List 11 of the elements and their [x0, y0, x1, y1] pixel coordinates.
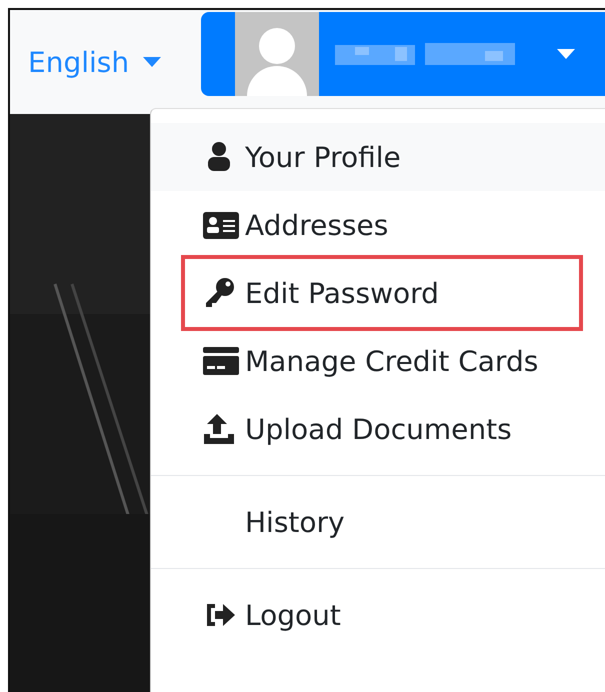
- caret-icon: [143, 57, 162, 67]
- menu-item[interactable]: Upload Documents: [151, 395, 605, 463]
- menu-item[interactable]: Logout: [151, 581, 605, 649]
- menu-item[interactable]: Addresses: [151, 191, 605, 259]
- user-menu-button[interactable]: [201, 12, 605, 96]
- menu-item[interactable]: Edit Password: [151, 259, 605, 327]
- caret-icon: [557, 49, 575, 59]
- menu-item[interactable]: Manage Credit Cards: [151, 327, 605, 395]
- credit-card-icon: [201, 344, 241, 378]
- menu-item[interactable]: History: [151, 488, 605, 556]
- menu-item[interactable]: Your Profile: [151, 123, 605, 191]
